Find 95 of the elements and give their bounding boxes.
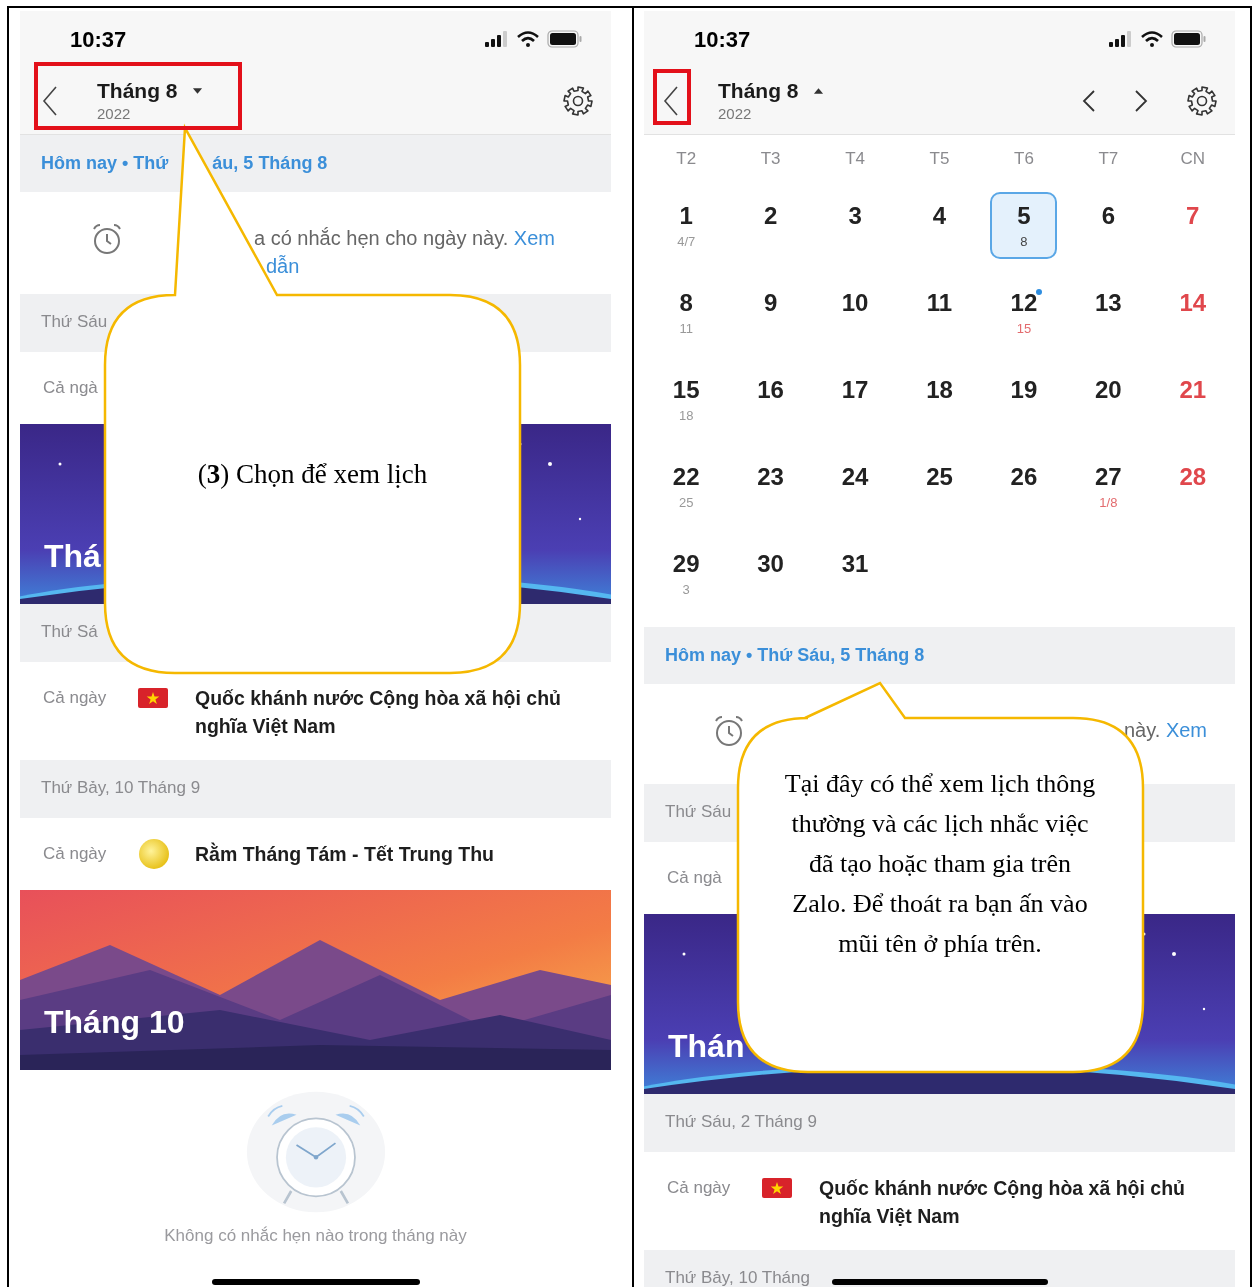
settings-button[interactable] [1185,83,1219,118]
battery-icon [1171,30,1207,48]
event-time: Cả ngà [43,377,99,399]
calendar-day[interactable]: 18 [906,366,973,433]
back-chevron-icon [662,84,680,117]
calendar-day[interactable]: 6 [1074,192,1142,259]
reminder-message: a có nhắc hẹn cho ngày này. Xem [254,226,555,251]
lunar-date: 15 [1016,321,1032,337]
calendar-day[interactable]: 17 [821,366,889,433]
today-label: áu, 5 Tháng 8 [212,152,328,175]
calendar-day[interactable]: 7 [1159,192,1227,259]
weekday-label: T2 [676,147,697,170]
calendar-day[interactable]: 21 [1159,366,1227,433]
calendar-day[interactable]: 3 [821,192,889,259]
settings-button[interactable] [561,83,595,118]
calendar-day[interactable]: 20 [1074,366,1142,433]
calendar-day[interactable]: 8 11 [652,279,720,346]
calendar-day[interactable]: 19 [990,366,1058,433]
calendar-day[interactable]: 22 25 [652,453,720,520]
lunar-date: 11 [679,321,693,337]
event-time: Cả ngày [43,843,108,865]
weekday-label: T4 [845,147,865,170]
calendar-day[interactable]: 27 1/8 [1074,453,1142,520]
banner-title: Tháng 10 [44,1003,185,1042]
calendar-day[interactable]: 30 [737,540,805,607]
calendar-day[interactable]: 15 18 [652,366,720,433]
calendar-day[interactable]: 23 [737,453,805,520]
lunar-date: 4/7 [677,234,696,250]
event-time: Cả ngày [43,687,108,709]
today-label: Hôm nay • Thứ Sáu, 5 Tháng 8 [665,644,925,667]
calendar-day[interactable]: 29 3 [652,540,720,607]
flag-icon [762,1178,792,1198]
calendar-day[interactable]: 28 [1159,453,1227,520]
status-time: 10:37 [694,25,751,54]
calendar-day[interactable]: 26 [990,453,1058,520]
lunar-date: 8 [1020,234,1028,250]
calendar-day[interactable]: 1 4/7 [652,192,720,259]
battery-icon [547,30,583,48]
reminder-message: này. Xem [1124,718,1207,743]
event-title: Quốc khánh nước Cộng hòa xã hội chủ nghĩa Việt Nam [819,1176,1186,1229]
weekday-label: T7 [1098,147,1119,170]
status-time: 10:37 [70,25,127,54]
settings-icon [1186,84,1218,117]
calendar-day[interactable]: 5 8 [990,192,1058,259]
calendar-day[interactable]: 12 15 [990,279,1058,346]
event-title: Rằm Tháng Tám - Tết Trung Thu [195,841,494,867]
settings-icon [562,84,594,117]
weekday-label: T5 [929,147,950,170]
weekday-label: CN [1180,147,1206,170]
date-header: Thứ Sáu, 2 Tháng 9 [665,1111,817,1133]
chevron-left-icon [1081,88,1097,113]
calendar-day[interactable]: 10 [821,279,889,346]
calendar-day[interactable]: 24 [821,453,889,520]
empty-message: Không có nhắc hẹn nào trong tháng này [164,1226,467,1246]
date-header: Thứ Sáu [665,801,732,823]
banner-title: Thá [44,537,101,576]
signal-icon [485,31,509,47]
month-picker[interactable]: Tháng 8 2022 [718,77,824,124]
signal-icon [1109,31,1133,47]
callout-text: (3) Chọn để xem lịch [196,458,429,491]
date-header: Thứ Bảy, 10 Tháng 9 [41,777,201,799]
calendar-day[interactable]: 9 [737,279,805,346]
calendar-day[interactable]: 13 [1074,279,1142,346]
flag-icon [138,688,168,708]
callout-text: Tại đây có thể xem lịch thông thường và các lịch nhắc việc đã tạo hoặc tham gia trên Zalo. Để thoát ra bạn ấn vào mũi tên ở phía trên. [783,768,1097,960]
calendar-day[interactable]: 14 [1159,279,1227,346]
calendar-day[interactable]: 11 [906,279,973,346]
calendar-day[interactable]: 4 [906,192,973,259]
weekday-label: T6 [1014,147,1034,170]
calendar-day[interactable]: 16 [737,366,805,433]
event-time: Cả ngày [667,1177,732,1199]
calendar-day[interactable]: 31 [821,540,889,607]
calendar-day[interactable]: 2 [737,192,805,259]
date-header: Thứ Sá [41,621,98,643]
calendar-day[interactable]: 25 [906,453,973,520]
chevron-right-icon [1133,88,1149,113]
event-title: Quốc khánh nước Cộng hòa xã hội chủ nghĩa Việt Nam [195,686,562,739]
banner-title: Thán [668,1027,745,1066]
lunar-date: 1/8 [1099,495,1118,511]
back-chevron-icon [41,84,59,117]
lunar-date: 25 [678,495,694,511]
moon-icon [138,838,170,870]
wifi-icon [1141,31,1163,47]
highlight-frame [653,69,691,125]
lunar-date: 3 [682,582,690,598]
event-time: Cả ngà [667,867,723,889]
alarm-icon [712,714,746,748]
date-header: Thứ Bảy, 10 Tháng [665,1267,810,1287]
today-label: Hôm nay • Thứ [41,152,169,175]
alarm-icon [90,222,124,256]
lunar-date: 18 [678,408,694,424]
month-picker[interactable]: Tháng 8 2022 [97,77,203,124]
weekday-label: T3 [760,147,781,170]
date-header: Thứ Sáu [41,311,108,333]
wifi-icon [517,31,539,47]
